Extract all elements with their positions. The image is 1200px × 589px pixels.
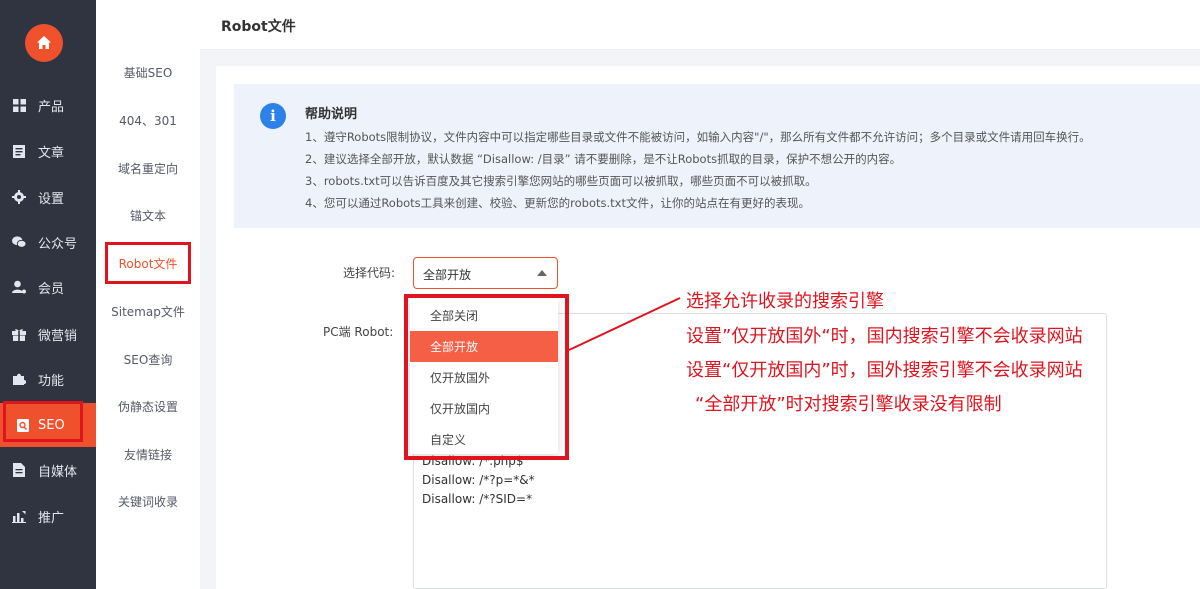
- annotation-line: 设置“仅开放国内”时，国外搜索引擎不会收录网站: [686, 360, 1083, 381]
- annotation-arrow: [568, 297, 681, 351]
- annotation-line: “全部开放”时对搜索引擎收录没有限制: [695, 394, 1002, 415]
- annotation-line: 设置”仅开放国外“时，国内搜索引擎不会收录网站: [686, 326, 1083, 347]
- annotation-line: 选择允许收录的搜索引擎: [686, 291, 884, 312]
